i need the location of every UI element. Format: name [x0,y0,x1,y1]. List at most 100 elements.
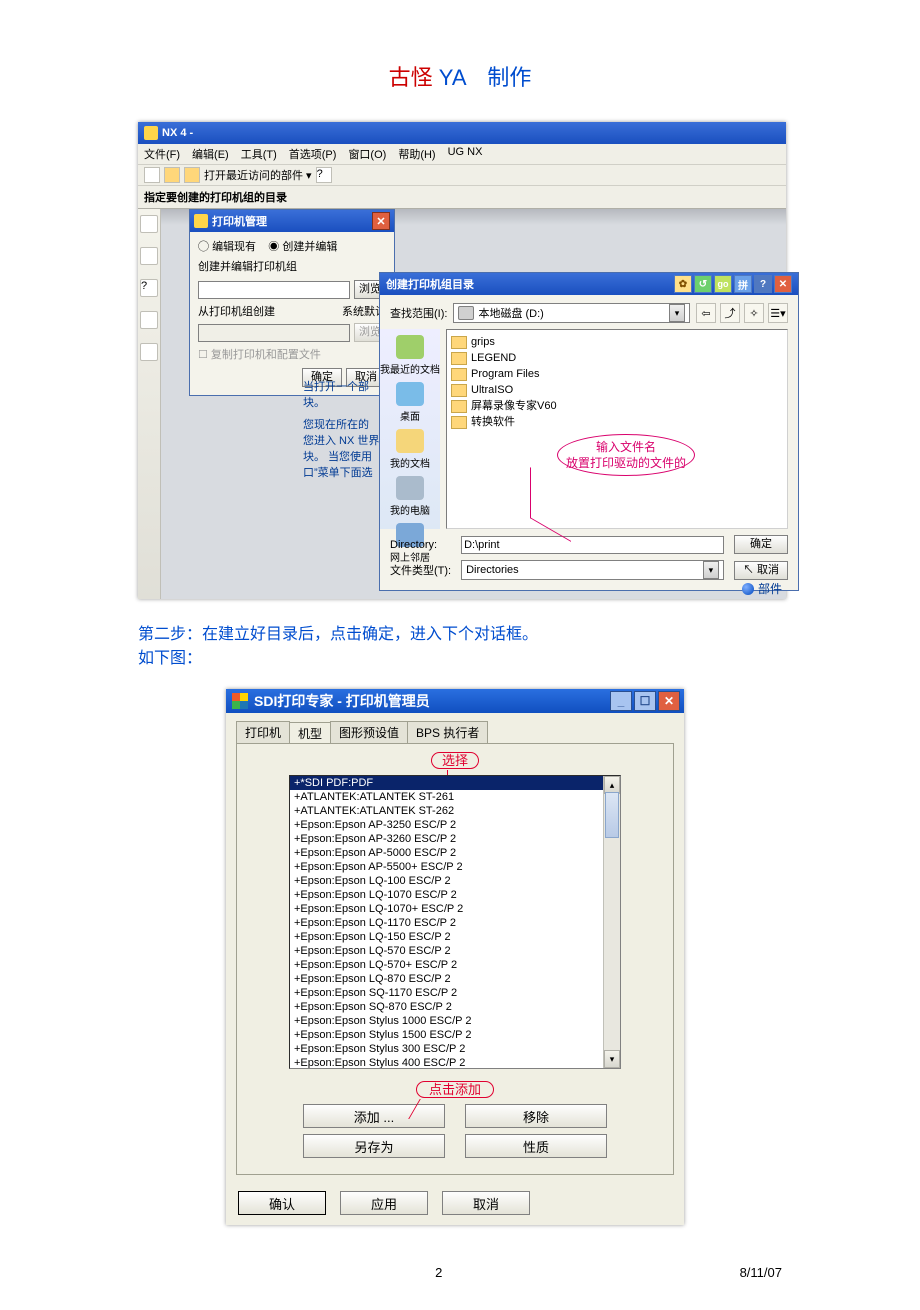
menu-edit[interactable]: 编辑(E) [192,146,229,162]
list-item[interactable]: +Epson:Epson LQ-870 ESC/P 2 [290,972,620,986]
list-item[interactable]: +Epson:Epson LQ-150 ESC/P 2 [290,930,620,944]
folder-item[interactable]: UltraISO [451,382,783,398]
list-item[interactable]: +Epson:Epson LQ-570 ESC/P 2 [290,944,620,958]
lookin-dropdown[interactable]: 本地磁盘 (D:) ▾ [453,303,690,323]
welcome-help-text: 当打开一个部 块。 您现在所在的 您进入 NX 世界 块。 当您使用 口”菜单下… [303,379,383,481]
folder-icon [451,336,467,349]
file-list[interactable]: grips LEGEND Program Files UltraISO 屏幕录像… [446,329,788,529]
header-ya: YA [439,65,466,90]
tb-icon-go[interactable]: go [714,275,732,293]
list-item[interactable]: +Epson:Epson AP-5000 ESC/P 2 [290,846,620,860]
place-mypc[interactable]: 我的电脑 [390,474,430,519]
open-icon[interactable] [164,167,180,183]
close-icon[interactable]: ✕ [658,691,680,711]
menu-tools[interactable]: 工具(T) [241,146,277,162]
sidebar-icon-1[interactable] [140,215,158,233]
scroll-down-icon[interactable]: ▾ [604,1050,620,1068]
folder-icon [451,384,467,397]
tb-icon-b[interactable]: ↺ [694,275,712,293]
sidebar-icon-3[interactable]: ? [140,279,158,297]
dlg2-ok-button[interactable]: 确定 [734,535,788,554]
add-annotation: 点击添加 [251,1079,659,1098]
nx-canvas: 打印机管理 ✕ ◯ 编辑现有 ◉ 创建并编辑 创建并编辑打印机组 [161,209,786,599]
list-item[interactable]: +Epson:Epson Stylus 400 ESC/P 2 [290,1056,620,1069]
scroll-thumb[interactable] [605,792,619,838]
up-icon[interactable]: ⤴ [720,303,740,323]
list-item[interactable]: +Epson:Epson SQ-870 ESC/P 2 [290,1000,620,1014]
scrollbar[interactable]: ▴ ▾ [603,776,620,1068]
list-item[interactable]: +Epson:Epson LQ-1170 ESC/P 2 [290,916,620,930]
filetype-dropdown[interactable]: Directories ▾ [461,560,724,580]
list-item[interactable]: +ATLANTEK:ATLANTEK ST-261 [290,790,620,804]
folder-item[interactable]: 屏幕录像专家V60 [451,398,783,414]
sidebar-icon-4[interactable] [140,311,158,329]
create-path-input[interactable] [198,281,350,299]
tb-icon-kb[interactable]: 拼 [734,275,752,293]
directory-label: Directory: [390,539,451,551]
tb-icon-a[interactable]: ✿ [674,275,692,293]
toolbar-recent-label[interactable]: 打开最近访问的部件 ▾ [204,167,312,183]
directory-input[interactable] [461,536,724,554]
maximize-icon[interactable]: ☐ [634,691,656,711]
list-item[interactable]: +Epson:Epson LQ-1070+ ESC/P 2 [290,902,620,916]
dlg2-cancel-button[interactable]: ↖ 取消 [734,561,788,580]
list-item[interactable]: +Epson:Epson AP-3260 ESC/P 2 [290,832,620,846]
list-item[interactable]: +Epson:Epson LQ-1070 ESC/P 2 [290,888,620,902]
menu-help[interactable]: 帮助(H) [398,146,435,162]
folder-icon [451,416,467,429]
folder-item[interactable]: Program Files [451,366,783,382]
list-item[interactable]: +Epson:Epson LQ-570+ ESC/P 2 [290,958,620,972]
list-item[interactable]: +Epson:Epson Stylus 300 ESC/P 2 [290,1042,620,1056]
sidebar-icon-5[interactable] [140,343,158,361]
header-right: 制作 [487,65,531,90]
menu-window[interactable]: 窗口(O) [348,146,386,162]
props-button[interactable]: 性质 [465,1134,607,1158]
views-icon[interactable]: ☰▾ [768,303,788,323]
list-item[interactable]: +Epson:Epson AP-5500+ ESC/P 2 [290,860,620,874]
model-listbox[interactable]: +*SDI PDF:PDF +ATLANTEK:ATLANTEK ST-261 … [289,775,621,1069]
list-item[interactable]: +ATLANTEK:ATLANTEK ST-262 [290,804,620,818]
radio-create-edit[interactable]: ◉ 创建并编辑 [268,241,337,253]
chevron-down-icon[interactable]: ▾ [703,561,719,579]
list-item[interactable]: +Epson:Epson LQ-100 ESC/P 2 [290,874,620,888]
menu-file[interactable]: 文件(F) [144,146,180,162]
tab-model[interactable]: 机型 [289,722,331,744]
from-path-input [198,324,350,342]
help-icon[interactable]: ? [754,275,772,293]
place-desktop[interactable]: 桌面 [396,380,424,425]
tab-graphics[interactable]: 图形预设值 [330,721,408,743]
close-icon[interactable]: ✕ [774,275,792,293]
minimize-icon[interactable]: _ [610,691,632,711]
list-item[interactable]: +Epson:Epson Stylus 1000 ESC/P 2 [290,1014,620,1028]
new-folder-icon[interactable]: ✧ [744,303,764,323]
radio-edit-existing[interactable]: ◯ 编辑现有 [198,241,256,253]
place-mydocs[interactable]: 我的文档 [390,427,430,472]
folder-icon [451,352,467,365]
folder-item[interactable]: grips [451,334,783,350]
folder-icon [451,368,467,381]
nx-menubar[interactable]: 文件(F) 编辑(E) 工具(T) 首选项(P) 窗口(O) 帮助(H) UG … [138,144,786,165]
list-item[interactable]: +*SDI PDF:PDF [290,776,620,790]
remove-button[interactable]: 移除 [465,1104,607,1128]
help-icon[interactable]: ? [316,167,332,183]
saveas-button[interactable]: 另存为 [303,1134,445,1158]
list-item[interactable]: +Epson:Epson Stylus 1500 ESC/P 2 [290,1028,620,1042]
list-item[interactable]: +Epson:Epson AP-3250 ESC/P 2 [290,818,620,832]
back-icon[interactable]: ⇦ [696,303,716,323]
open-recent-icon[interactable] [184,167,200,183]
ok-button[interactable]: 确认 [238,1191,326,1215]
menu-prefs[interactable]: 首选项(P) [289,146,337,162]
menu-ugnx[interactable]: UG NX [448,146,483,162]
folder-item[interactable]: 转换软件 [451,414,783,430]
cancel-button[interactable]: 取消 [442,1191,530,1215]
list-item[interactable]: +Epson:Epson SQ-1170 ESC/P 2 [290,986,620,1000]
close-icon[interactable]: ✕ [372,212,390,230]
tab-printer[interactable]: 打印机 [236,721,290,743]
folder-item[interactable]: LEGEND [451,350,783,366]
apply-button[interactable]: 应用 [340,1191,428,1215]
tab-bps[interactable]: BPS 执行者 [407,721,488,743]
chevron-down-icon[interactable]: ▾ [669,304,685,322]
place-recent[interactable]: 我最近的文档 [380,333,440,378]
new-icon[interactable] [144,167,160,183]
sidebar-icon-2[interactable] [140,247,158,265]
